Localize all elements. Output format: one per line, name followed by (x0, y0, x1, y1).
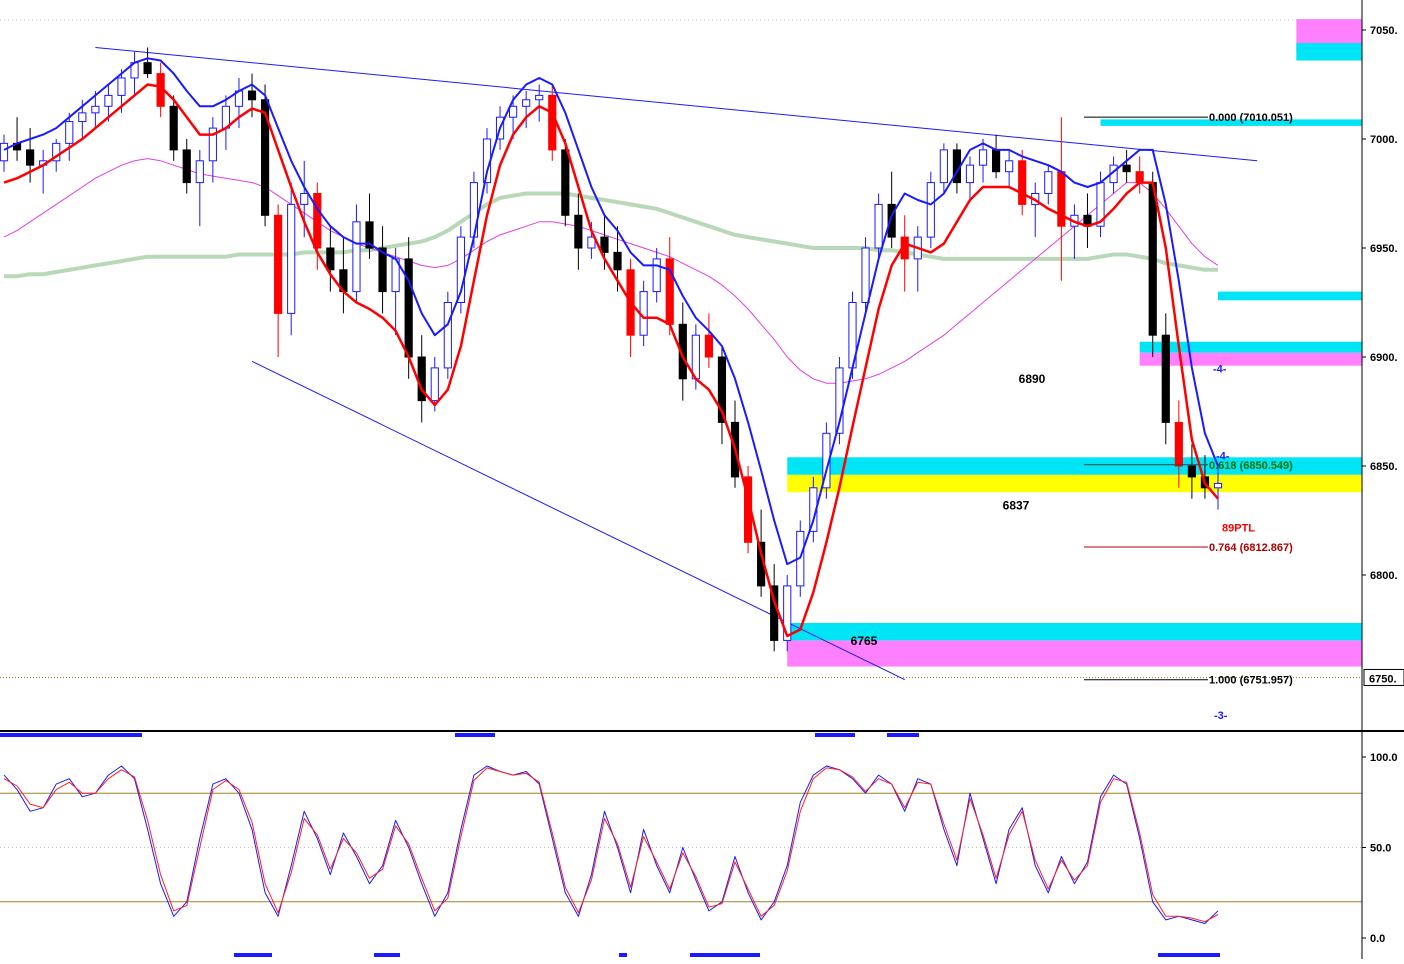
signal-bar-bottom (690, 953, 760, 957)
price-annotation: 6890 (1019, 372, 1046, 386)
candle-body (535, 94, 544, 101)
price-tick-label: 6850. (1370, 461, 1398, 473)
candle-body (509, 105, 518, 118)
current-price-label: 6750. (1369, 673, 1397, 685)
wave-marker-label: -4- (1216, 450, 1230, 462)
signal-bar-bottom (619, 953, 627, 957)
price-annotation: 6837 (1003, 499, 1030, 513)
wave-marker-label: -3- (1214, 710, 1228, 722)
candle-body (613, 251, 622, 271)
candle-body (600, 236, 609, 253)
candle-body (926, 182, 935, 238)
candle-body (1122, 164, 1131, 173)
zone-rect (1296, 43, 1362, 61)
candle-body (574, 214, 583, 249)
candle-body (430, 367, 439, 402)
candle-body (169, 105, 178, 151)
candle-body (287, 203, 296, 314)
fib-level-label: 0.000 (7010.051) (1209, 112, 1293, 124)
candle-body (78, 112, 87, 123)
candle-body (313, 193, 322, 249)
candle-body (991, 149, 1001, 173)
candle-body (143, 62, 152, 75)
fib-level-label: 0.764 (6812.867) (1209, 542, 1293, 554)
candle-body (861, 247, 870, 303)
price-annotation: 6765 (851, 634, 878, 648)
candle-body (404, 258, 413, 358)
candle-body (1187, 465, 1196, 478)
price-tick-label: 6900. (1370, 352, 1398, 364)
candle-body (1005, 160, 1014, 173)
candle-body (117, 77, 126, 96)
zone-rect (1218, 291, 1362, 301)
wave-marker-label: 89PTL (1222, 522, 1255, 534)
zone-rect (787, 474, 1362, 493)
candle-body (443, 302, 452, 369)
oscillator-tick-label: 50.0 (1370, 843, 1391, 855)
candle-body (965, 164, 975, 184)
price-tick-label: 6950. (1370, 243, 1398, 255)
candle-body (104, 94, 113, 107)
oscillator-tick-label: 0.0 (1370, 933, 1385, 945)
candle-body (874, 203, 883, 249)
signal-bar-bottom (1158, 953, 1220, 957)
signal-bar-top (455, 733, 495, 737)
zone-rect (1139, 341, 1362, 353)
candle-body (1148, 182, 1157, 336)
candle-body (1161, 334, 1170, 423)
candle-body (652, 258, 661, 293)
wave-marker-label: -4- (1213, 363, 1227, 375)
elliott-wave-chart: 0.000 (7010.051) 0.618 (6850.549) 0.764 (6… (0, 0, 1404, 959)
fib-level-label: 1.000 (6751.957) (1209, 675, 1293, 687)
candle-body (704, 334, 713, 358)
candle-body (352, 221, 361, 293)
zone-rect (1139, 352, 1362, 366)
price-tick-label: 7000. (1370, 134, 1398, 146)
candle-body (182, 149, 191, 184)
candle-body (300, 193, 309, 205)
signal-bar-bottom (374, 953, 400, 957)
candle-body (1213, 482, 1223, 489)
candle-body (1057, 171, 1066, 227)
signal-bar-top (815, 733, 855, 737)
signal-bar-top (0, 733, 142, 737)
candle-body (1018, 160, 1027, 205)
candle-body (1044, 171, 1053, 194)
candle-body (548, 94, 557, 151)
candle-body (326, 247, 335, 271)
candle-body (274, 214, 283, 314)
oscillator-tick-label: 100.0 (1370, 752, 1398, 764)
price-tick-label: 7050. (1370, 25, 1398, 37)
candle-body (1135, 171, 1144, 184)
candle-body (939, 149, 948, 184)
candle-body (978, 149, 988, 166)
candle-body (1174, 421, 1183, 467)
candle-body (247, 90, 257, 101)
signal-bar-bottom (234, 953, 272, 957)
candle-body (195, 160, 204, 184)
candle-body (26, 149, 35, 166)
candle-body (91, 105, 100, 114)
candle-body (0, 142, 9, 162)
price-and-oscillator-chart: 0.000 (7010.051)0.618 (6850.549)0.764 (6… (0, 0, 1404, 959)
candle-body (561, 149, 570, 216)
signal-bar-top (887, 733, 919, 737)
price-tick-label: 6800. (1370, 570, 1398, 582)
candle-body (65, 121, 74, 144)
candle-body (522, 99, 531, 107)
